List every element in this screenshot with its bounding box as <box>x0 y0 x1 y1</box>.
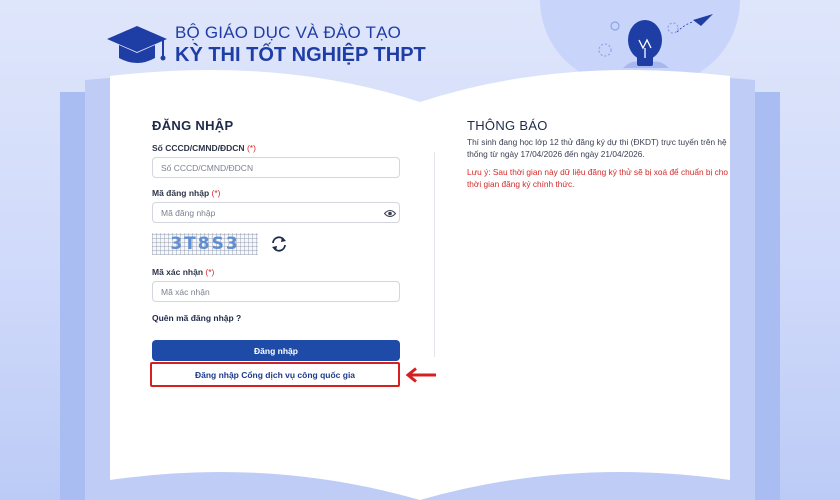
password-input[interactable] <box>152 202 400 223</box>
captcha-label: Mã xác nhận (*) <box>152 267 402 277</box>
captcha-input[interactable] <box>152 281 400 302</box>
notice-body: Thí sinh đang học lớp 12 thử đăng ký dự … <box>467 137 727 159</box>
password-wrapper <box>152 202 402 223</box>
login-title: ĐĂNG NHẬP <box>152 118 234 133</box>
captcha-row: 3T8S3 <box>152 231 402 257</box>
gov-login-link[interactable]: Đăng nhập Cổng dịch vụ công quốc gia <box>195 370 355 380</box>
column-divider <box>434 152 435 357</box>
notice-warning: Lưu ý: Sau thời gian này dữ liệu đăng ký… <box>467 167 729 189</box>
gov-login-highlight: Đăng nhập Cổng dịch vụ công quốc gia <box>150 362 400 387</box>
arrow-left-icon <box>405 367 436 383</box>
required-mark: (*) <box>205 267 215 277</box>
paper-plane-icon <box>676 14 713 33</box>
required-mark: (*) <box>246 143 256 153</box>
captcha-text: 3T8S3 <box>170 234 240 254</box>
org-name: BỘ GIÁO DỤC VÀ ĐÀO TẠO <box>175 23 402 42</box>
captcha-label-text: Mã xác nhận <box>152 267 204 277</box>
captcha-image: 3T8S3 <box>152 233 258 255</box>
notice-panel: THÔNG BÁO Thí sinh đang học lớp 12 thử đ… <box>467 118 732 190</box>
id-label: Số CCCD/CMND/ĐDCN (*) <box>152 143 402 153</box>
forgot-password-link[interactable]: Quên mã đăng nhập ? <box>152 313 402 323</box>
password-label: Mã đăng nhập (*) <box>152 188 402 198</box>
password-label-text: Mã đăng nhập <box>152 188 210 198</box>
login-form: ĐĂNG NHẬP Số CCCD/CMND/ĐDCN (*) Mã đăng … <box>152 118 402 361</box>
notice-title: THÔNG BÁO <box>467 118 548 133</box>
id-input[interactable] <box>152 157 400 178</box>
login-button[interactable]: Đăng nhập <box>152 340 400 361</box>
id-label-text: Số CCCD/CMND/ĐDCN <box>152 143 245 153</box>
refresh-icon[interactable] <box>270 235 288 253</box>
required-mark: (*) <box>211 188 221 198</box>
eye-icon[interactable] <box>384 209 396 218</box>
